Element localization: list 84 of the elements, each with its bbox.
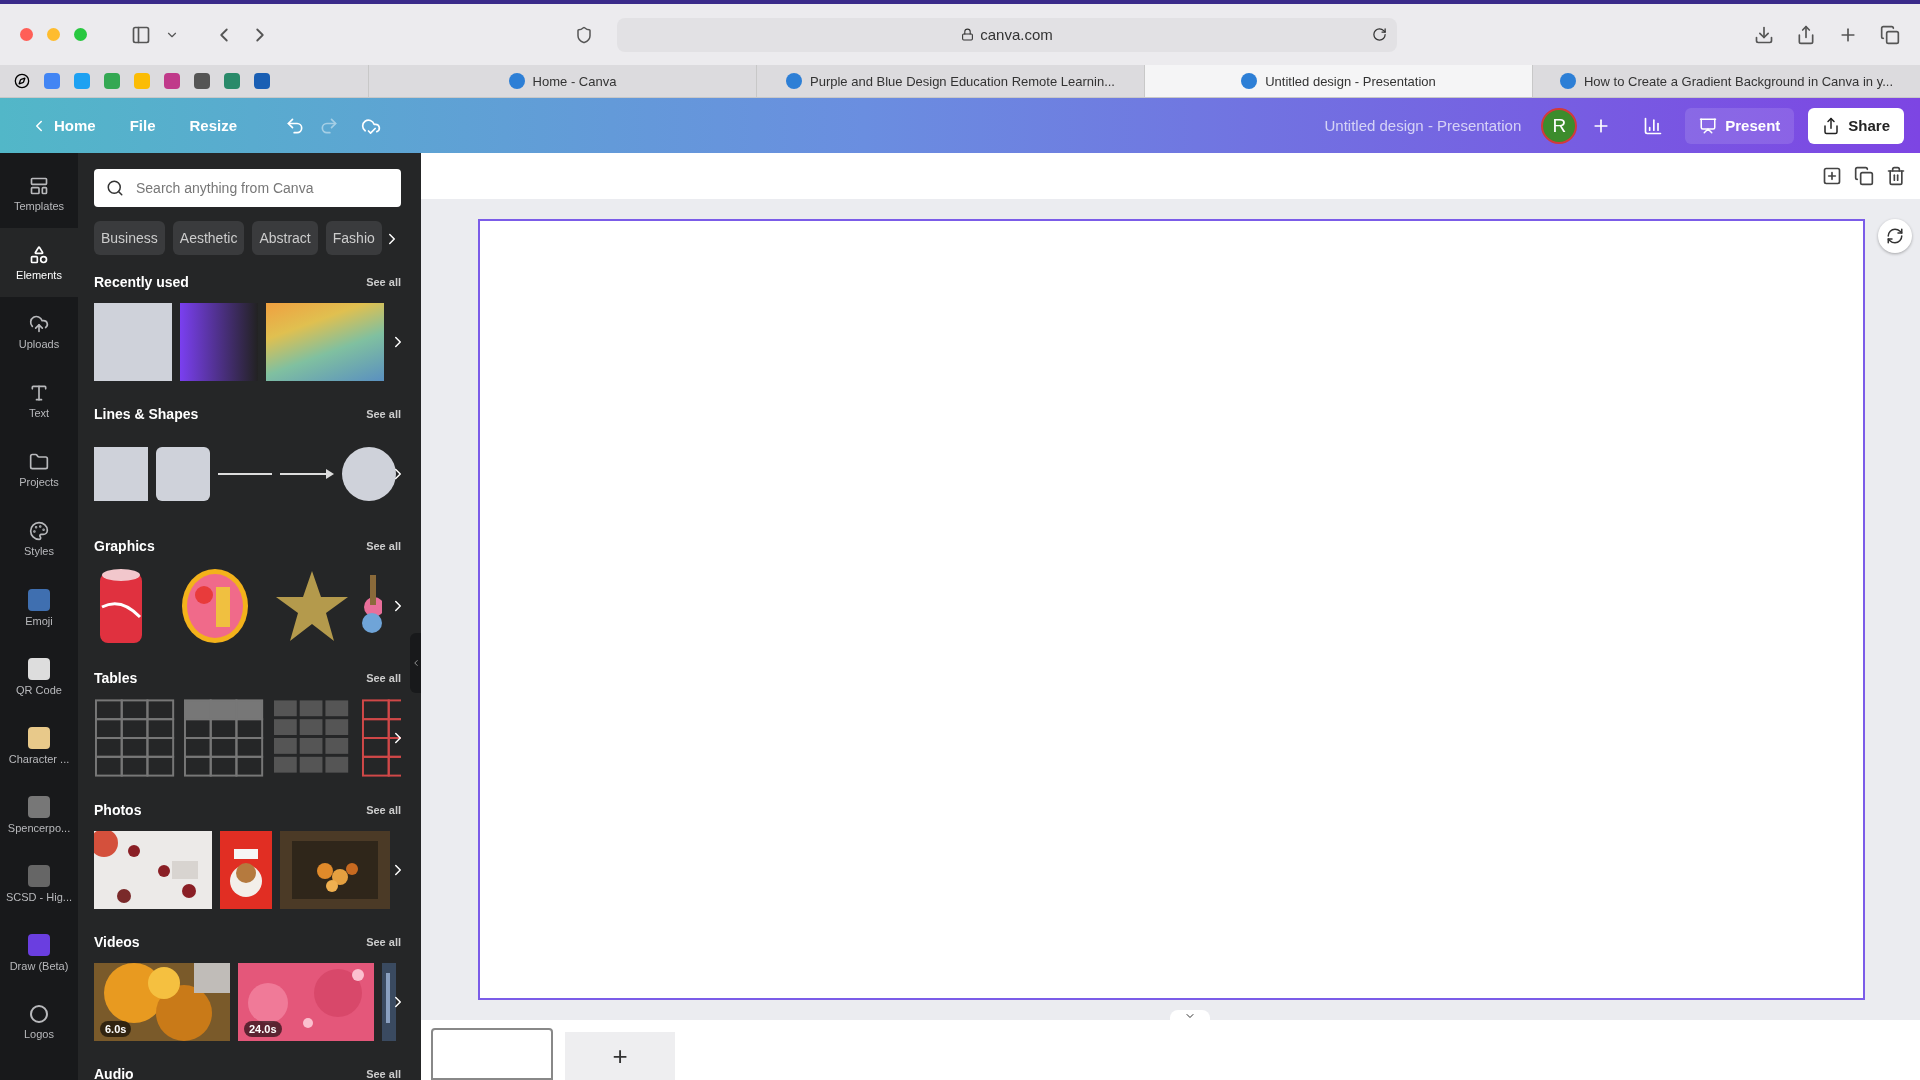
arrow-shape[interactable] [280,469,334,479]
page-thumbnail[interactable] [431,1028,553,1080]
duplicate-icon[interactable] [1854,166,1874,186]
app-icon [28,726,50,749]
shield-icon[interactable] [575,25,593,44]
compass-icon[interactable] [14,73,30,89]
section-title: Recently used [94,274,189,290]
cloud-upload-icon [29,313,49,334]
see-all-link[interactable]: See all [366,540,401,552]
sidebar-item[interactable]: Text [0,366,78,435]
circle-icon [29,1003,49,1024]
star-drawing[interactable] [274,569,350,643]
browser-tab[interactable]: Untitled design - Presentation [1144,65,1532,97]
app-icon [28,933,50,956]
see-all-link[interactable]: See all [366,408,401,420]
gradient-swatch[interactable] [94,303,172,381]
palette-icon [29,520,49,541]
see-all-link[interactable]: See all [366,276,401,288]
share-icon [1822,116,1841,135]
bookmark-icon[interactable] [254,73,270,89]
favicon-icon [786,73,802,89]
section-title: Audio [94,1066,134,1080]
add-page-icon[interactable] [1822,166,1842,186]
sidebar-item[interactable]: Styles [0,504,78,573]
category-chip[interactable]: Abstract [252,221,318,255]
presentation-icon [1699,116,1718,135]
refresh-icon [1886,227,1904,245]
category-chip[interactable]: Business [94,221,165,255]
see-all-link[interactable]: See all [366,936,401,948]
address-field[interactable]: canva.com [617,17,1397,52]
download-icon[interactable] [1754,24,1774,45]
reload-icon[interactable] [1372,27,1387,42]
duration-badge: 24.0s [244,1021,282,1037]
duration-badge: 6.0s [100,1021,132,1037]
sidebar-item[interactable]: Templates [0,159,78,228]
section-title: Lines & Shapes [94,406,199,422]
category-chip[interactable]: Fashio [325,221,382,255]
add-page-button[interactable]: + [565,1032,675,1080]
app-icon [28,588,50,611]
sidebar-item[interactable]: Emoji [0,573,78,642]
circle-shape[interactable] [342,447,396,501]
sidebar-item[interactable]: Spencerpo... [0,780,78,849]
badge-drawing[interactable] [180,567,250,645]
sidebar-item[interactable]: Character ... [0,711,78,780]
see-all-link[interactable]: See all [366,672,401,684]
sidebar-item[interactable]: Draw (Beta) [0,918,78,987]
share-icon[interactable] [1796,24,1816,45]
sidebar-item[interactable]: Elements [0,228,78,297]
gradient-swatch[interactable] [180,303,258,381]
sidebar-item[interactable]: Uploads [0,297,78,366]
favicon-icon [1560,73,1576,89]
gradient-swatch[interactable] [266,303,384,381]
template-icon [29,175,49,196]
app-icon [28,795,50,818]
see-all-link[interactable]: See all [366,804,401,816]
section-title: Videos [94,934,140,950]
sidebar-icon[interactable] [131,24,151,45]
user-avatar[interactable]: R [1541,107,1578,144]
trash-icon[interactable] [1886,166,1906,186]
close-window-button[interactable] [20,28,33,41]
search-field[interactable]: Search anything from Canva [94,169,401,207]
category-chip[interactable]: Aesthetic [172,221,245,255]
present-button[interactable]: Present [1685,107,1795,144]
section-title: Graphics [94,538,155,554]
section-title: Tables [94,670,138,686]
favicon-icon [1241,73,1258,89]
shapes-icon [29,244,49,265]
tab-overview-icon[interactable] [1880,24,1900,45]
app-icon [28,864,50,887]
lock-icon [961,28,975,41]
sidebar-item[interactable]: QR Code [0,642,78,711]
chart-icon[interactable] [1643,115,1664,136]
sidebar-item[interactable]: Projects [0,435,78,504]
share-button[interactable]: Share [1808,107,1904,144]
sidebar-item[interactable]: Logos [0,987,78,1056]
see-all-link[interactable]: See all [366,1068,401,1080]
section-title: Photos [94,802,142,818]
app-icon [28,657,50,680]
folder-icon [29,451,49,472]
line-shape[interactable] [218,472,272,476]
sidebar-item[interactable]: SCSD - Hig... [0,849,78,918]
bookmark-icon[interactable] [194,73,210,89]
favicon-icon [508,73,525,89]
chevron-left-icon [411,658,421,668]
